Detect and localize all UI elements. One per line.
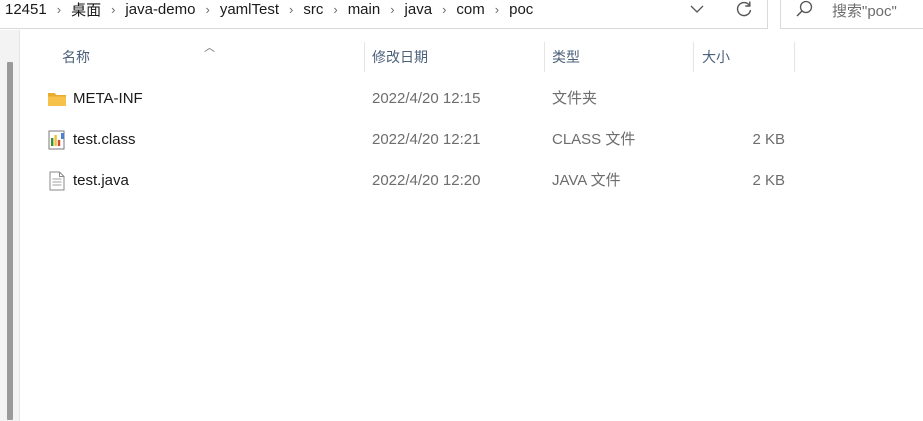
chevron-right-icon[interactable]: › bbox=[488, 2, 506, 17]
search-icon bbox=[796, 0, 813, 17]
breadcrumb-item-poc[interactable]: poc bbox=[506, 1, 536, 18]
chevron-right-icon[interactable]: › bbox=[104, 2, 122, 17]
breadcrumb-item-12451[interactable]: 12451 bbox=[2, 1, 50, 18]
breadcrumb-item-main[interactable]: main bbox=[345, 1, 384, 18]
scrollbar-thumb[interactable] bbox=[7, 62, 13, 420]
breadcrumb: 12451 › 桌面 › java-demo › yamlTest › src … bbox=[2, 0, 536, 20]
file-size bbox=[695, 80, 785, 118]
column-divider[interactable] bbox=[794, 42, 795, 72]
refresh-icon bbox=[736, 1, 752, 17]
file-date: 2022/4/20 12:15 bbox=[372, 90, 481, 107]
chevron-right-icon[interactable]: › bbox=[435, 2, 453, 17]
search-placeholder: 搜索"poc" bbox=[832, 3, 897, 20]
text-file-icon bbox=[49, 171, 65, 191]
breadcrumb-item-java-demo[interactable]: java-demo bbox=[122, 1, 198, 18]
file-type: CLASS 文件 bbox=[552, 131, 636, 148]
breadcrumb-item-src[interactable]: src bbox=[300, 1, 326, 18]
folder-icon bbox=[48, 93, 66, 106]
file-name: test.java bbox=[73, 172, 129, 189]
sort-ascending-icon: ︿ bbox=[204, 42, 215, 54]
column-header-name[interactable]: 名称 bbox=[62, 40, 90, 72]
column-header-date[interactable]: 修改日期 bbox=[372, 40, 428, 72]
file-name: META-INF bbox=[73, 90, 143, 107]
file-row[interactable]: test.class 2022/4/20 12:21 CLASS 文件 2 KB bbox=[20, 121, 800, 159]
file-date: 2022/4/20 12:21 bbox=[372, 131, 481, 148]
file-type: JAVA 文件 bbox=[552, 172, 621, 189]
chevron-right-icon[interactable]: › bbox=[282, 2, 300, 17]
column-header-size[interactable]: 大小 bbox=[702, 40, 730, 72]
address-box[interactable]: 12451 › 桌面 › java-demo › yamlTest › src … bbox=[0, 0, 768, 29]
breadcrumb-item-yamltest[interactable]: yamlTest bbox=[217, 1, 282, 18]
file-row[interactable]: test.java 2022/4/20 12:20 JAVA 文件 2 KB bbox=[20, 162, 800, 200]
refresh-button[interactable] bbox=[733, 0, 755, 18]
breadcrumb-item-desktop[interactable]: 桌面 bbox=[68, 0, 104, 20]
file-size: 2 KB bbox=[752, 172, 785, 189]
chevron-right-icon[interactable]: › bbox=[198, 2, 216, 17]
chevron-right-icon[interactable]: › bbox=[383, 2, 401, 17]
search-input[interactable]: 搜索"poc" bbox=[780, 0, 923, 29]
breadcrumb-item-com[interactable]: com bbox=[453, 1, 487, 18]
chevron-right-icon[interactable]: › bbox=[50, 2, 68, 17]
column-divider[interactable] bbox=[693, 42, 694, 72]
file-date: 2022/4/20 12:20 bbox=[372, 172, 481, 189]
column-header-row: ︿ 名称 修改日期 类型 大小 bbox=[20, 40, 795, 72]
file-type: 文件夹 bbox=[552, 90, 598, 107]
column-divider[interactable] bbox=[544, 42, 545, 72]
file-row[interactable]: META-INF 2022/4/20 12:15 文件夹 bbox=[20, 80, 800, 118]
class-file-icon bbox=[48, 130, 65, 150]
chevron-right-icon[interactable]: › bbox=[326, 2, 344, 17]
address-bar: 12451 › 桌面 › java-demo › yamlTest › src … bbox=[0, 0, 923, 30]
column-divider[interactable] bbox=[364, 42, 365, 72]
chevron-down-icon bbox=[690, 5, 704, 13]
file-size: 2 KB bbox=[752, 131, 785, 148]
breadcrumb-item-java[interactable]: java bbox=[402, 1, 436, 18]
file-name: test.class bbox=[73, 131, 136, 148]
address-history-button[interactable] bbox=[686, 0, 708, 18]
column-header-type[interactable]: 类型 bbox=[552, 40, 580, 72]
navigation-pane bbox=[0, 30, 20, 421]
